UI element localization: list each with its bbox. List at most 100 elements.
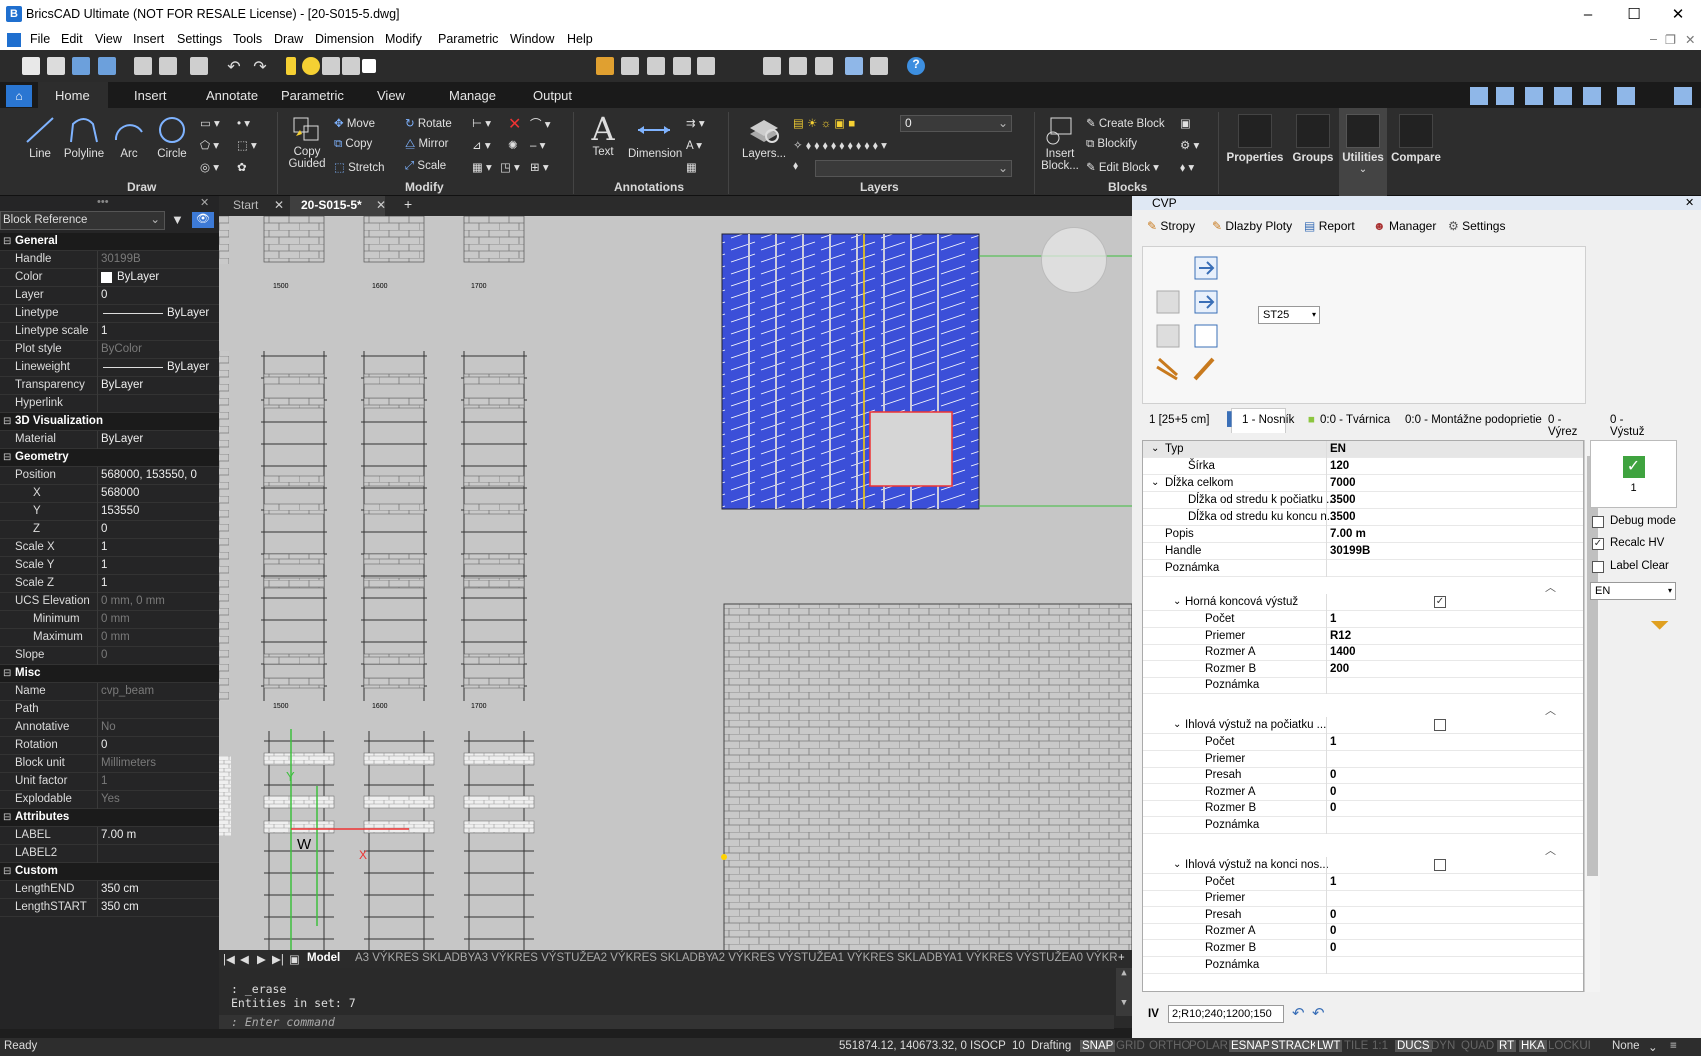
menu-draw[interactable]: Draw: [274, 32, 303, 46]
expand-icon[interactable]: ⌄: [1173, 717, 1181, 733]
tile-vertical-icon[interactable]: [1525, 87, 1543, 105]
line-button[interactable]: Line: [20, 114, 60, 160]
property-row[interactable]: Minimum 0 mm: [0, 611, 219, 629]
cvp-section-header[interactable]: ⌄ Ihlová výstuž na počiatku ...: [1143, 717, 1583, 734]
rectangle-icon[interactable]: ▭ ▾: [200, 116, 220, 130]
menu-file[interactable]: File: [30, 32, 50, 46]
property-value[interactable]: 0: [101, 287, 107, 304]
workspace-icon[interactable]: [1470, 87, 1488, 105]
join-icon[interactable]: ⊞ ▾: [530, 160, 549, 174]
cvp-value[interactable]: 0: [1330, 907, 1336, 923]
property-value[interactable]: 350 cm: [101, 899, 139, 916]
cvp-table-row[interactable]: Rozmer B 0: [1143, 800, 1583, 818]
move-button[interactable]: ✥ Move: [334, 116, 375, 130]
property-value[interactable]: 1: [101, 323, 107, 340]
cvp-table-row[interactable]: Priemer: [1143, 750, 1583, 768]
property-row[interactable]: Unit factor 1: [0, 773, 219, 791]
menu-tools[interactable]: Tools: [233, 32, 262, 46]
cvp-table-row[interactable]: Priemer: [1143, 890, 1583, 908]
property-value[interactable]: ByLayer: [167, 305, 209, 322]
next-layout-icon[interactable]: ▶: [257, 952, 266, 966]
tab-layout-6[interactable]: A1 VÝKRES VÝSTUŽE: [949, 952, 1069, 964]
tab-start[interactable]: Start: [233, 198, 258, 212]
cvp-table-row[interactable]: Poznámka: [1143, 560, 1583, 577]
property-row[interactable]: Z0: [0, 521, 219, 539]
select-all-icon[interactable]: [673, 57, 691, 75]
label-clear-checkbox[interactable]: [1592, 561, 1604, 573]
status-toggle[interactable]: 1:1: [1372, 1040, 1388, 1052]
cvp-section-header[interactable]: ⌄ Horná koncová výstuž ✓: [1143, 594, 1583, 611]
expand-icon[interactable]: ⌄: [1173, 857, 1181, 873]
cvp-table-row[interactable]: Počet 1: [1143, 873, 1583, 891]
cvp-table-row[interactable]: Počet 1: [1143, 734, 1583, 751]
property-value[interactable]: 30199B: [101, 251, 141, 268]
status-toggle[interactable]: LWT: [1315, 1040, 1343, 1052]
tab-output[interactable]: Output: [533, 88, 572, 103]
profile-dropdown[interactable]: ST25 ▾: [1258, 306, 1320, 324]
status-toggle[interactable]: TILE: [1344, 1040, 1368, 1052]
minimize-button[interactable]: –: [1565, 0, 1611, 30]
cvp-close-icon[interactable]: ✕: [1685, 196, 1694, 209]
tab-manage[interactable]: Manage: [449, 88, 496, 103]
debug-checkbox[interactable]: [1592, 516, 1604, 528]
cvp-value[interactable]: 0: [1330, 923, 1336, 939]
text-button[interactable]: A Text: [583, 112, 623, 158]
property-row[interactable]: Scale X 1: [0, 539, 219, 557]
chevron-down-icon[interactable]: ⌄: [1648, 1040, 1658, 1054]
tab-layout-4[interactable]: A2 VÝKRES VÝSTUŽE: [711, 952, 831, 964]
open-icon[interactable]: [47, 57, 65, 75]
status-toggle[interactable]: GRID: [1116, 1040, 1145, 1052]
collapse-icon[interactable]: ⊟: [3, 233, 11, 250]
property-value[interactable]: No: [101, 719, 116, 736]
property-row[interactable]: Hyperlink: [0, 395, 219, 413]
property-row[interactable]: Handle 30199B: [0, 251, 219, 269]
utilities-panel-button[interactable]: Utilities ⌄: [1339, 108, 1387, 196]
status-drafting[interactable]: Drafting: [1031, 1040, 1071, 1052]
status-toggle[interactable]: SNAP: [1080, 1040, 1116, 1052]
layer-print-icon[interactable]: [342, 57, 360, 75]
new-tab-button[interactable]: +: [404, 196, 412, 212]
funnel-icon[interactable]: ⏷: [1650, 612, 1669, 640]
status-toggle[interactable]: HKA: [1519, 1040, 1547, 1052]
property-row[interactable]: Path: [0, 701, 219, 719]
cvp-table-row[interactable]: Poznámka: [1143, 956, 1583, 974]
status-isocp[interactable]: ISOCP: [970, 1040, 1006, 1052]
rotate-button[interactable]: ↻ Rotate: [405, 116, 452, 130]
property-row[interactable]: LengthSTART 350 cm: [0, 899, 219, 917]
property-value[interactable]: cvp_beam: [101, 683, 154, 700]
tab-parametric[interactable]: Parametric: [281, 88, 344, 103]
quick-select-icon[interactable]: [621, 57, 639, 75]
collapse-icon[interactable]: ⊟: [3, 413, 11, 430]
layer-color-swatch[interactable]: [362, 59, 376, 73]
panel-toggle-icon[interactable]: [845, 57, 863, 75]
cvp-table-row[interactable]: Presah 0: [1143, 767, 1583, 785]
property-value[interactable]: 1: [101, 575, 107, 592]
command-input[interactable]: : Enter command: [219, 1015, 1114, 1029]
edit-block-button[interactable]: ✎ Edit Block ▾: [1086, 160, 1159, 174]
tab-layout-1[interactable]: A3 VÝKRES SKLADBY: [355, 952, 475, 964]
point-icon[interactable]: • ▾: [237, 116, 250, 130]
delete-icon[interactable]: ✕: [508, 114, 521, 134]
status-menu-icon[interactable]: ≡: [1670, 1040, 1677, 1052]
property-row[interactable]: LengthEND 350 cm: [0, 881, 219, 899]
property-category[interactable]: ⊟ Misc: [0, 665, 219, 683]
cvp-value[interactable]: 0: [1330, 784, 1336, 800]
status-toggle[interactable]: DYN: [1431, 1040, 1455, 1052]
property-value[interactable]: 0 mm, 0 mm: [101, 593, 165, 610]
status-toggle[interactable]: RT: [1497, 1040, 1517, 1052]
tab-reinforcement[interactable]: 0 - Výstuž: [1610, 414, 1645, 438]
tab-home[interactable]: Home: [55, 88, 90, 103]
cvp-value[interactable]: 7000: [1330, 475, 1356, 491]
window-arrange-icon[interactable]: [1617, 87, 1635, 105]
blockify-button[interactable]: ⧉ Blockify: [1086, 138, 1137, 151]
prev-layout-icon[interactable]: ◀: [240, 952, 249, 966]
ribbon-layer-dropdown[interactable]: 0 ⌄: [900, 115, 1012, 132]
status-toggle[interactable]: LOCKUI: [1548, 1040, 1591, 1052]
menu-modify[interactable]: Modify: [385, 32, 422, 46]
menu-window[interactable]: Window: [510, 32, 554, 46]
chamfer-icon[interactable]: ◳ ▾: [500, 160, 520, 174]
cvp-value[interactable]: 3500: [1330, 492, 1356, 508]
expand-icon[interactable]: ⌄: [1151, 441, 1159, 457]
cvp-table-row[interactable]: Poznámka: [1143, 817, 1583, 834]
property-row[interactable]: Plot style ByColor: [0, 341, 219, 359]
